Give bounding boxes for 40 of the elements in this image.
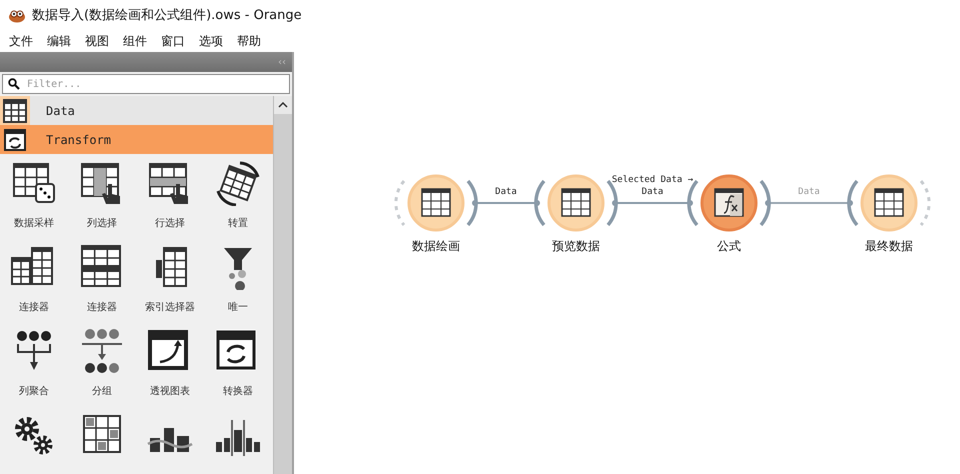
widget-node[interactable] bbox=[394, 174, 478, 232]
category-header[interactable]: Data bbox=[0, 96, 273, 125]
menu-item[interactable]: 视图 bbox=[85, 32, 109, 50]
widget-label[interactable]: 列选择 bbox=[87, 216, 117, 230]
widget-node[interactable] bbox=[847, 174, 930, 232]
menu-item[interactable]: 帮助 bbox=[237, 32, 261, 50]
widget-label[interactable]: 连接器 bbox=[87, 300, 117, 314]
table-with-die-icon[interactable] bbox=[10, 160, 58, 206]
table-icon bbox=[3, 98, 27, 122]
widget-node[interactable] bbox=[687, 174, 771, 232]
widget-label[interactable]: 透视图表 bbox=[150, 384, 190, 398]
search-icon bbox=[8, 78, 20, 90]
menu-item[interactable]: 编辑 bbox=[47, 32, 71, 50]
refresh-icon bbox=[4, 128, 26, 150]
scrollbar[interactable] bbox=[273, 96, 292, 474]
filter-field[interactable]: Filter... bbox=[2, 74, 290, 94]
rotated-table-icon[interactable] bbox=[214, 160, 262, 206]
menu-item[interactable]: 组件 bbox=[123, 32, 147, 50]
widget-label[interactable]: 分组 bbox=[92, 384, 112, 398]
window-title: 数据导入(数据绘画和公式组件).ows - Orange bbox=[32, 7, 302, 24]
widget-label[interactable]: 行选择 bbox=[155, 216, 185, 230]
menu-item[interactable]: 选项 bbox=[199, 32, 223, 50]
node-label: 预览数据 bbox=[551, 238, 601, 255]
caret-icon[interactable] bbox=[278, 102, 288, 108]
node-label: 数据绘画 bbox=[411, 238, 461, 255]
node-label: 公式 bbox=[716, 238, 742, 255]
widget-label[interactable]: 列聚合 bbox=[19, 384, 49, 398]
node-label: 最终数据 bbox=[864, 238, 914, 255]
menu-item[interactable]: 窗口 bbox=[161, 32, 185, 50]
widget-label[interactable]: 连接器 bbox=[19, 300, 49, 314]
category-header[interactable]: Transform bbox=[0, 125, 273, 154]
link-label: Selected Data → Data bbox=[610, 174, 694, 198]
link-label: Data bbox=[494, 186, 518, 198]
widget-label[interactable]: 索引选择器 bbox=[145, 300, 195, 314]
widget-label[interactable]: 唯一 bbox=[228, 300, 248, 314]
widget-label[interactable]: 转换器 bbox=[223, 384, 253, 398]
link-label: Data bbox=[797, 186, 821, 198]
widget-label[interactable]: 数据采样 bbox=[14, 216, 54, 230]
widget-label[interactable]: 转置 bbox=[228, 216, 248, 230]
menu-item[interactable]: 文件 bbox=[9, 32, 33, 50]
